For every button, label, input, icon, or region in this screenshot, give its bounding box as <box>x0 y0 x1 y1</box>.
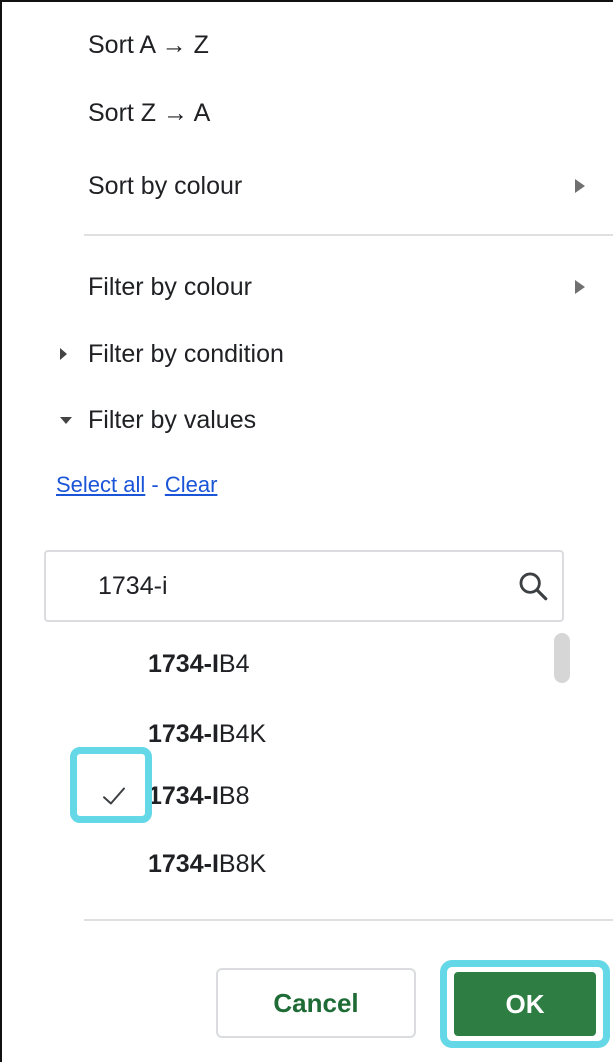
footer-divider <box>84 919 613 921</box>
menu-item-label: Filter by colour <box>88 272 252 301</box>
value-label: 1734-IB4K <box>148 720 266 749</box>
value-item[interactable]: 1734-IB4K <box>42 704 542 764</box>
arrow-right-icon <box>575 179 585 193</box>
values-list: 1734-IB4 1734-IB4K 1734-IB8 1734-IB8K <box>42 632 582 902</box>
arrow-right-icon <box>575 280 585 294</box>
search-icon[interactable] <box>516 569 550 603</box>
select-links: Select all - Clear <box>56 472 217 498</box>
cancel-button[interactable]: Cancel <box>216 968 416 1038</box>
select-all-link[interactable]: Select all <box>56 472 145 497</box>
menu-item-sort-z-a[interactable]: Sort Z → A <box>88 88 613 138</box>
section-filter-by-values[interactable]: Filter by values <box>60 396 613 444</box>
value-item-checked[interactable]: 1734-IB8 <box>42 766 542 826</box>
values-list-scrollbar[interactable] <box>554 633 570 683</box>
value-rest: B8 <box>218 781 250 810</box>
section-label: Filter by condition <box>88 339 284 368</box>
value-label: 1734-IB8 <box>148 782 249 811</box>
filter-menu-panel: Sort A → Z Sort Z → A Sort by colour Fil… <box>0 0 613 1062</box>
caret-down-icon <box>60 416 88 424</box>
value-match: 1734-I <box>148 849 219 878</box>
value-rest: B8K <box>218 849 267 878</box>
value-item[interactable]: 1734-IB8K <box>42 834 542 894</box>
value-match: 1734-I <box>148 649 219 678</box>
values-search-input[interactable] <box>96 570 516 602</box>
ok-button[interactable]: OK <box>454 972 596 1036</box>
caret-right-icon <box>60 348 88 360</box>
section-filter-by-condition[interactable]: Filter by condition <box>60 330 613 378</box>
menu-item-sort-a-z[interactable]: Sort A → Z <box>88 20 613 70</box>
value-label: 1734-IB8K <box>148 850 266 879</box>
value-item[interactable]: 1734-IB4 <box>42 634 542 694</box>
menu-item-label: Sort by colour <box>88 171 243 200</box>
menu-item-label: Sort Z → A <box>88 98 211 127</box>
value-match: 1734-I <box>148 781 219 810</box>
value-rest: B4K <box>218 719 267 748</box>
values-search-box <box>44 550 564 622</box>
section-label: Filter by values <box>88 405 257 434</box>
menu-item-filter-by-colour[interactable]: Filter by colour <box>88 262 613 312</box>
value-label: 1734-IB4 <box>148 650 249 679</box>
menu-item-label: Sort A → Z <box>88 30 209 59</box>
value-match: 1734-I <box>148 719 219 748</box>
clear-link[interactable]: Clear <box>165 472 218 497</box>
link-separator: - <box>151 472 159 497</box>
check-icon[interactable] <box>99 781 129 811</box>
menu-divider <box>84 234 613 236</box>
value-rest: B4 <box>218 649 250 678</box>
menu-item-sort-by-colour[interactable]: Sort by colour <box>88 161 613 211</box>
